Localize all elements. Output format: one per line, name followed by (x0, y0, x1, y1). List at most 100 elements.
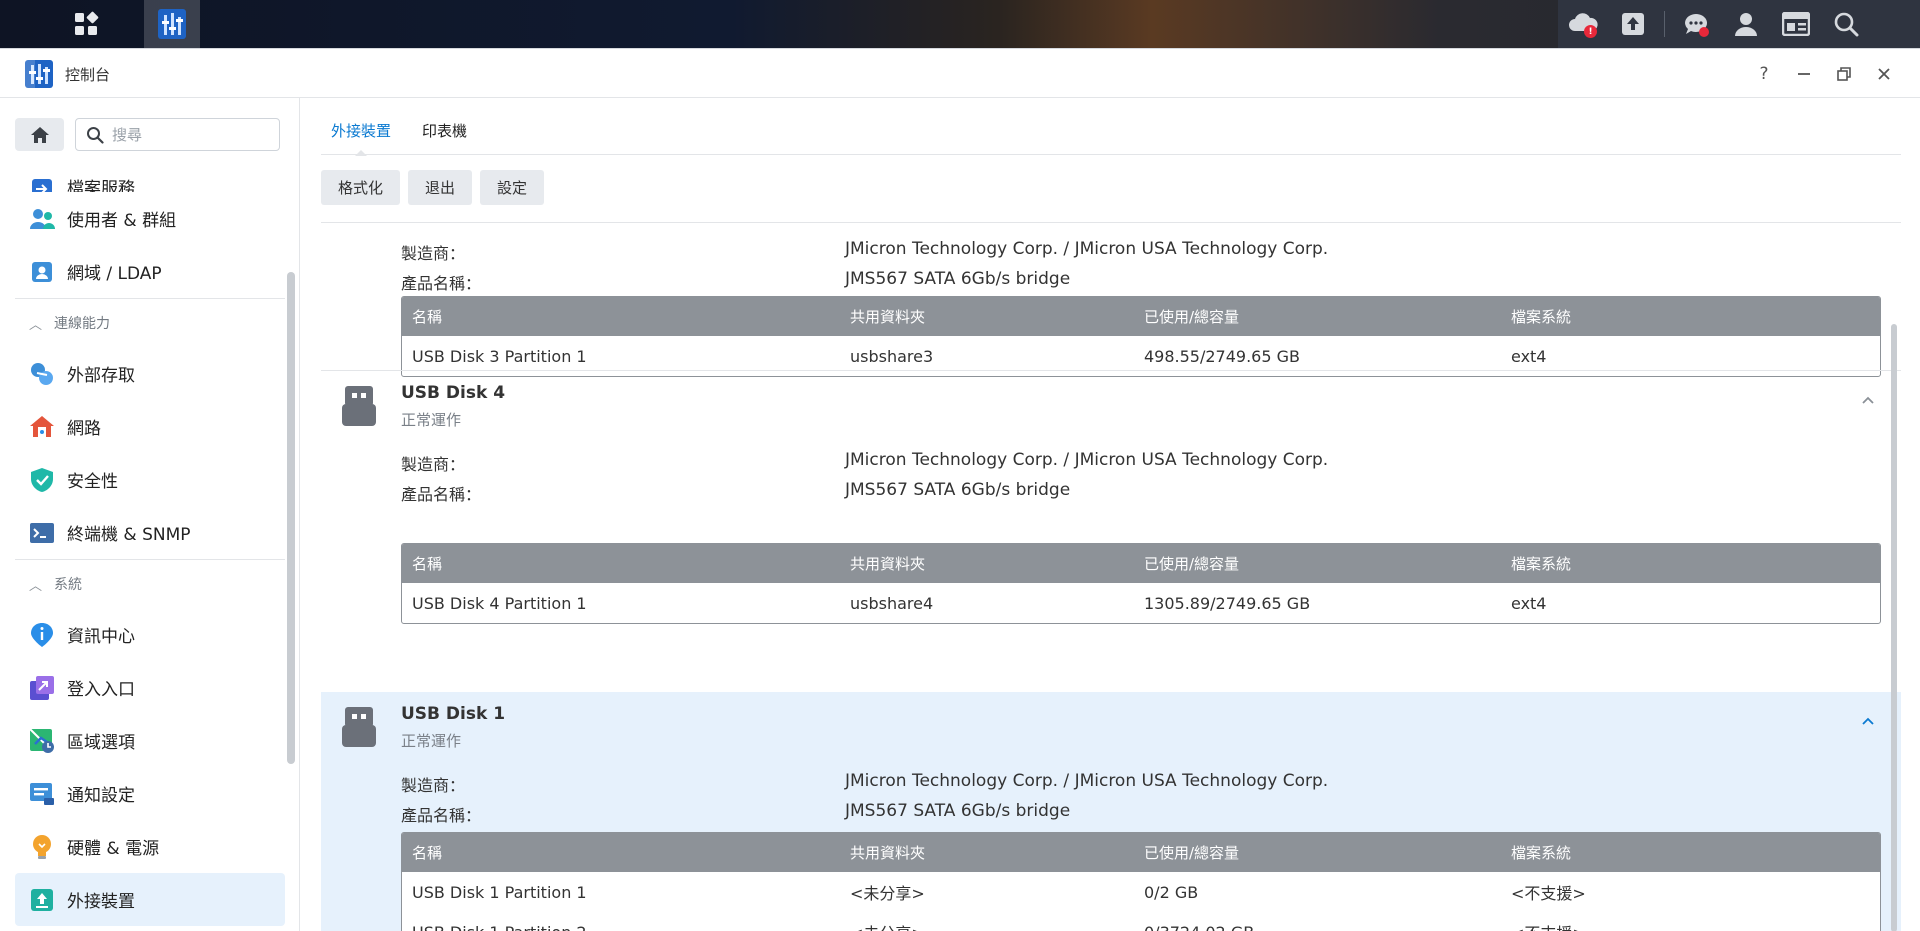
partition-row[interactable]: USB Disk 1 Partition 1 <未分享> 0/2 GB <不支援… (402, 872, 1880, 912)
control-panel-icon (25, 60, 53, 88)
col-filesystem: 檔案系統 (1511, 844, 1572, 862)
window-titlebar[interactable]: 控制台 ? (0, 49, 1920, 98)
format-button[interactable]: 格式化 (321, 170, 401, 205)
grid-icon (75, 11, 99, 35)
chevron-up-icon[interactable] (1861, 395, 1875, 405)
col-filesystem: 檔案系統 (1511, 308, 1572, 326)
tab-external-devices[interactable]: 外接裝置 (331, 120, 391, 155)
partition-filesystem: ext4 (1511, 346, 1547, 366)
external-access-icon (29, 361, 55, 387)
domain-icon (29, 259, 55, 285)
product-value: JMS567 SATA 6Gb/s bridge (845, 801, 1071, 821)
tab-printers[interactable]: 印表機 (422, 120, 467, 155)
product-label: 產品名稱： (401, 485, 482, 504)
main-menu-button[interactable] (58, 0, 114, 48)
col-usage: 已使用/總容量 (1144, 844, 1240, 862)
chevron-up-icon[interactable] (1861, 716, 1875, 726)
window-title: 控制台 (65, 66, 111, 84)
main-scrollbar[interactable] (1891, 324, 1897, 931)
device-entry-usb-disk-1[interactable]: USB Disk 1 正常運作 製造商： JMicron Technology … (321, 692, 1901, 931)
info-icon (29, 622, 55, 648)
product-value: JMS567 SATA 6Gb/s bridge (845, 480, 1071, 500)
sidebar-group-connectivity[interactable]: ︿ 連線能力 (15, 299, 285, 347)
sidebar-scrollbar[interactable] (287, 272, 295, 764)
sidebar-item-external-devices[interactable]: 外接裝置 (15, 873, 285, 926)
home-icon (30, 126, 49, 143)
sidebar-item-hardware-power[interactable]: 硬體 & 電源 (15, 820, 285, 873)
sidebar-item-file-services[interactable]: 檔案服務 (15, 156, 285, 192)
chat-badge (1699, 27, 1709, 37)
sidebar-item-security[interactable]: 安全性 (15, 453, 285, 506)
sidebar-item-label: 安全性 (67, 472, 118, 492)
eject-button[interactable]: 退出 (408, 170, 473, 205)
sidebar-item-notification[interactable]: 通知設定 (15, 767, 285, 820)
device-entry-usb-disk-4[interactable]: USB Disk 4 正常運作 製造商： JMicron Technology … (321, 371, 1901, 624)
settings-button[interactable]: 設定 (480, 170, 545, 205)
partition-name: USB Disk 1 Partition 1 (412, 882, 587, 902)
sidebar-item-label: 網路 (67, 419, 101, 439)
sidebar-item-label: 網域 / LDAP (67, 264, 162, 284)
close-button[interactable] (1871, 61, 1897, 87)
partition-table: 名稱 共用資料夾 已使用/總容量 檔案系統 USB Disk 4 Partiti… (401, 543, 1881, 624)
sidebar-item-label: 使用者 & 群組 (67, 211, 177, 231)
sidebar-item-label: 外部存取 (67, 366, 135, 386)
sidebar-group-system[interactable]: ︿ 系統 (15, 560, 285, 608)
widgets-icon (1782, 12, 1810, 36)
product-label: 產品名稱： (401, 274, 482, 293)
control-panel-taskbar-button[interactable] (144, 0, 200, 48)
widgets-button[interactable] (1771, 0, 1821, 48)
file-services-icon (29, 176, 55, 192)
manufacturer-label: 製造商： (401, 776, 466, 795)
col-share: 共用資料夾 (850, 844, 926, 862)
sidebar-item-terminal-snmp[interactable]: 終端機 & SNMP (15, 506, 285, 559)
partition-share: usbshare4 (850, 593, 934, 613)
partition-row[interactable]: USB Disk 4 Partition 1 usbshare4 1305.89… (402, 583, 1880, 623)
chat-button[interactable] (1671, 0, 1721, 48)
manufacturer-label: 製造商： (401, 455, 466, 474)
sidebar-item-label: 通知設定 (67, 786, 135, 806)
minimize-button[interactable] (1791, 61, 1817, 87)
terminal-icon (29, 520, 55, 546)
sidebar-item-label: 終端機 & SNMP (67, 525, 191, 545)
sidebar-menu: 檔案服務 使用者 & 群組 網域 / LDAP ︿ 連線能力 外部存取 網路 安… (15, 156, 285, 926)
partition-table-header: 名稱 共用資料夾 已使用/總容量 檔案系統 (402, 297, 1880, 336)
product-label: 產品名稱： (401, 806, 482, 825)
device-entry-usb-disk-3[interactable]: 製造商： JMicron Technology Corp. / JMicron … (321, 223, 1901, 377)
partition-table-header: 名稱 共用資料夾 已使用/總容量 檔案系統 (402, 833, 1880, 872)
search-button[interactable] (1821, 0, 1871, 48)
user-icon (1735, 13, 1757, 36)
cloud-status-button[interactable]: ! (1558, 0, 1608, 48)
users-icon (29, 206, 55, 232)
product-value: JMS567 SATA 6Gb/s bridge (845, 269, 1071, 289)
home-button[interactable] (15, 118, 64, 151)
sidebar-item-login-portal[interactable]: 登入入口 (15, 661, 285, 714)
sidebar-group-label: 連線能力 (54, 316, 111, 332)
toolbar: 格式化 退出 設定 (321, 170, 545, 206)
sidebar-item-regional-options[interactable]: 區域選項 (15, 714, 285, 767)
external-device-icon (29, 887, 55, 913)
partition-row[interactable]: USB Disk 1 Partition 2 <未分享> 0/3724.02 G… (402, 912, 1880, 931)
search-input[interactable] (112, 125, 262, 144)
manufacturer-label: 製造商： (401, 244, 466, 263)
col-usage: 已使用/總容量 (1144, 555, 1240, 573)
partition-usage: 498.55/2749.65 GB (1144, 346, 1300, 366)
upload-icon (1622, 13, 1644, 35)
restore-button[interactable] (1831, 61, 1857, 87)
sidebar-item-network[interactable]: 網路 (15, 400, 285, 453)
help-button[interactable]: ? (1751, 61, 1777, 87)
user-button[interactable] (1721, 0, 1771, 48)
sidebar-item-domain-ldap[interactable]: 網域 / LDAP (15, 245, 285, 298)
usb-drive-icon (342, 707, 376, 747)
partition-table: 名稱 共用資料夾 已使用/總容量 檔案系統 USB Disk 1 Partiti… (401, 832, 1881, 931)
sidebar-item-external-access[interactable]: 外部存取 (15, 347, 285, 400)
upload-button[interactable] (1608, 0, 1658, 48)
tab-bar: 外接裝置 印表機 (321, 98, 1901, 155)
bulb-icon (29, 834, 55, 860)
sidebar-item-info-center[interactable]: 資訊中心 (15, 608, 285, 661)
manufacturer-value: JMicron Technology Corp. / JMicron USA T… (845, 239, 1329, 259)
partition-share: <未分享> (842, 920, 1136, 931)
search-icon (87, 126, 104, 144)
chevron-up-icon: ︿ (29, 317, 43, 333)
sidebar-item-users-groups[interactable]: 使用者 & 群組 (15, 192, 285, 245)
shield-icon (29, 467, 55, 493)
